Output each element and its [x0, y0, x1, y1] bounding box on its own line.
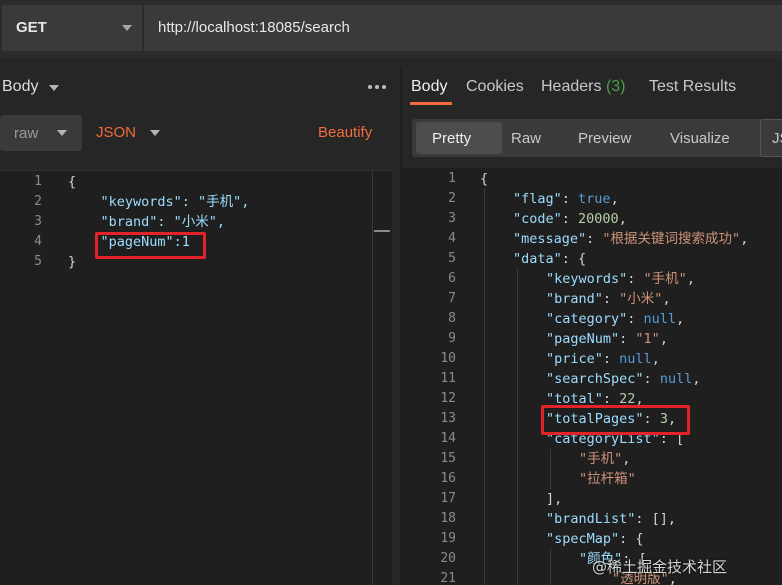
tab-headers-label: Headers [541, 78, 602, 95]
indent-guide [484, 189, 485, 585]
line-number: 21 [440, 571, 456, 585]
line-number: 9 [448, 331, 456, 346]
code-line: "keywords": "手机", [68, 194, 250, 210]
line-number: 16 [440, 471, 456, 486]
scrollbar[interactable] [372, 171, 390, 585]
code-line: "searchSpec": null, [546, 371, 701, 387]
active-tab-indicator [410, 102, 452, 105]
flag-value: true [578, 191, 611, 207]
chevron-down-icon[interactable] [150, 130, 160, 136]
line-number: 3 [34, 214, 42, 229]
code-line: "brand": "小米", [546, 291, 671, 307]
code-line: "message": "根据关键词搜索成功", [513, 231, 749, 247]
code-value: 20000 [578, 211, 619, 227]
format-select[interactable]: JSON [96, 124, 136, 141]
tab-cookies[interactable]: Cookies [466, 78, 524, 96]
beautify-button[interactable]: Beautify [318, 124, 372, 141]
price-value: null [619, 351, 652, 367]
chevron-down-icon [122, 25, 132, 31]
code-line: "specMap": { [546, 531, 644, 547]
line-number: 4 [448, 231, 456, 246]
url-text: http://localhost:18085/search [158, 19, 350, 36]
view-visualize-button[interactable]: Visualize [670, 130, 730, 147]
line-number: 2 [34, 194, 42, 209]
tab-body[interactable]: Body [411, 78, 447, 96]
body-dropdown-label[interactable]: Body [2, 78, 38, 96]
line-number: 14 [440, 431, 456, 446]
line-number: 5 [448, 251, 456, 266]
method-select[interactable]: GET [2, 5, 142, 51]
code-line: "brandList": [], [546, 511, 677, 527]
headers-count: (3) [605, 78, 626, 95]
searchspec-value: null [659, 371, 693, 387]
body-type-select[interactable]: raw [0, 115, 82, 151]
line-number: 15 [440, 451, 456, 466]
code-line: ], [546, 491, 563, 507]
pagenum-value: "1" [635, 331, 660, 347]
line-number: 20 [440, 551, 456, 566]
code-line: "拉杆箱" [579, 471, 636, 487]
code-line: "code": 20000, [513, 211, 627, 227]
request-body-panel: Body raw JSON Beautify 1 2 3 4 5 { "keyw… [0, 58, 400, 585]
line-number: 4 [34, 234, 42, 249]
body-type-label: raw [14, 125, 39, 142]
code-line: "category": null, [546, 311, 685, 327]
indent-guide [517, 269, 518, 585]
line-number: 13 [440, 411, 456, 426]
line-number: 7 [448, 291, 456, 306]
keywords-value: "手机" [643, 271, 687, 287]
tab-test-results[interactable]: Test Results [649, 78, 736, 96]
method-label: GET [16, 19, 47, 36]
tab-headers[interactable]: Headers (3) [541, 78, 626, 96]
line-number: 19 [440, 531, 456, 546]
code-line: "手机", [579, 451, 631, 467]
scroll-marker [374, 230, 390, 232]
request-bar: GET http://localhost:18085/search [0, 0, 782, 58]
indent-guide [550, 549, 551, 585]
categorylist-item: "手机" [579, 451, 623, 467]
line-number: 8 [448, 311, 456, 326]
code-line: "pageNum": "1", [546, 331, 668, 347]
code-line: } [68, 254, 77, 270]
code-line: "flag": true, [513, 191, 619, 207]
line-number: 1 [448, 171, 456, 186]
line-number: 2 [448, 191, 456, 206]
highlight-box [541, 405, 690, 435]
view-preview-button[interactable]: Preview [578, 130, 631, 147]
highlight-box [95, 232, 206, 259]
indent-guide [550, 449, 551, 489]
line-number: 17 [440, 491, 456, 506]
code-line: { [68, 174, 77, 190]
view-pretty-label[interactable]: Pretty [432, 130, 471, 147]
view-raw-button[interactable]: Raw [511, 130, 541, 147]
brand-value: "小米" [619, 291, 663, 307]
code-line: "brand": "小米", [68, 214, 226, 230]
response-body-viewer[interactable]: 1 2 3 4 5 6 7 8 9 10 11 12 13 14 15 16 1… [402, 168, 782, 585]
line-number: 11 [440, 371, 456, 386]
line-number: 12 [440, 391, 456, 406]
line-number: 5 [34, 254, 42, 269]
view-mode-bar: Pretty Raw Preview Visualize [412, 119, 782, 157]
chevron-down-icon [57, 130, 67, 136]
line-number: 1 [34, 174, 42, 189]
more-options-icon[interactable] [368, 85, 386, 89]
line-number: 18 [440, 511, 456, 526]
code-line: { [480, 171, 489, 187]
watermark: @稀土掘金技术社区 [592, 558, 728, 576]
category-value: null [643, 311, 677, 327]
url-input[interactable]: http://localhost:18085/search [144, 5, 782, 51]
code-line: "data": { [513, 251, 587, 267]
chevron-down-icon[interactable] [49, 85, 59, 91]
response-panel: Body Cookies Headers (3) Test Results Pr… [402, 58, 782, 585]
line-number: 10 [440, 351, 456, 366]
line-number: 6 [448, 271, 456, 286]
code-line: "price": null, [546, 351, 660, 367]
line-number: 3 [448, 211, 456, 226]
code-line: "keywords": "手机", [546, 271, 695, 287]
response-format-label: JS [772, 130, 782, 147]
message-value: "根据关键词搜索成功" [602, 231, 741, 247]
